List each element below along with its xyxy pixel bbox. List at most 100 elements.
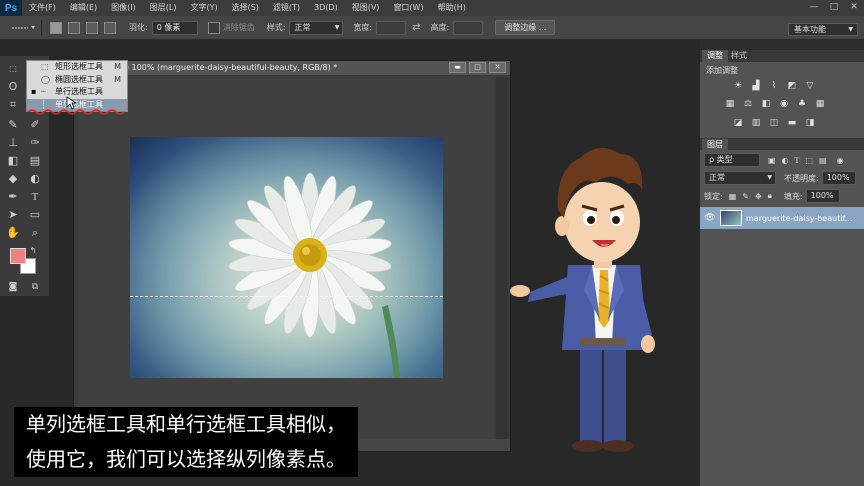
- menu-3d[interactable]: 3D(D): [307, 0, 345, 16]
- hand-tool-icon[interactable]: ✋: [3, 224, 23, 242]
- refine-edge-button[interactable]: 调整边缘 ...: [495, 20, 556, 35]
- exposure-icon[interactable]: ◩: [786, 81, 798, 91]
- lock-all-icon[interactable]: 🔒︎: [768, 191, 772, 201]
- filter-shape-icon[interactable]: ⬚: [805, 156, 813, 165]
- menu-view[interactable]: 视图(V): [345, 0, 387, 16]
- document-title-bar[interactable]: @ 100% (marguerite-daisy-beautiful-beaut…: [74, 61, 510, 75]
- daisy-photo[interactable]: [130, 137, 443, 378]
- brightness-icon[interactable]: ☀: [732, 81, 744, 91]
- pen-tool-icon[interactable]: ✒: [3, 188, 23, 206]
- tab-styles[interactable]: 样式: [726, 50, 752, 62]
- antialias-checkbox[interactable]: [207, 21, 220, 34]
- gradient-map-icon[interactable]: ▬: [786, 118, 798, 128]
- lock-pixels-icon[interactable]: ✎: [742, 192, 749, 201]
- menu-edit[interactable]: 编辑(E): [63, 0, 104, 16]
- color-balance-icon[interactable]: ⚖: [742, 99, 754, 109]
- invert-icon[interactable]: ◪: [732, 118, 744, 128]
- filter-smart-icon[interactable]: ▤: [819, 156, 827, 165]
- foreground-color-swatch[interactable]: [10, 248, 26, 264]
- feather-label: 羽化:: [129, 23, 148, 32]
- panel-dock-header: [700, 40, 864, 50]
- tab-adjustments[interactable]: 调整: [702, 50, 728, 62]
- gradient-tool-icon[interactable]: ▤: [25, 152, 45, 170]
- doc-minimize-button[interactable]: ▬: [449, 62, 466, 73]
- filter-pixel-icon[interactable]: ▣: [768, 156, 776, 165]
- dodge-tool-icon[interactable]: ◐: [25, 170, 45, 188]
- layers-panel: ρ 类型 ▣ ◐ T ⬚ ▤ ◉ 正常 ▼ 不透明度: 100% 锁定: ▦ ✎…: [700, 150, 864, 486]
- marquee-preset-icon: [11, 25, 35, 29]
- type-tool-icon[interactable]: T: [25, 188, 45, 206]
- crop-tool-icon[interactable]: ⌗: [3, 96, 23, 114]
- doc-close-button[interactable]: ✕: [489, 62, 506, 73]
- new-selection-icon[interactable]: [50, 21, 62, 34]
- lock-position-icon[interactable]: ✥: [755, 192, 762, 201]
- healing-tool-icon[interactable]: ✐: [25, 116, 45, 134]
- maximize-button[interactable]: □: [824, 0, 844, 16]
- close-button[interactable]: ✕: [844, 0, 864, 16]
- add-selection-icon[interactable]: [68, 21, 80, 34]
- menu-bar: Ps 文件(F) 编辑(E) 图像(I) 图层(L) 文字(Y) 选择(S) 滤…: [0, 0, 864, 16]
- quick-mask-icon[interactable]: ◙: [3, 278, 23, 296]
- photo-filter-icon[interactable]: ◉: [778, 99, 790, 109]
- document-title: @ 100% (marguerite-daisy-beautiful-beaut…: [121, 63, 338, 72]
- layer-row[interactable]: 👁︎ marguerite-daisy-beautif...: [700, 207, 864, 229]
- clone-stamp-icon[interactable]: ⊥: [3, 134, 23, 152]
- add-adjustment-label: 添加调整: [706, 66, 738, 75]
- subtract-selection-icon[interactable]: [86, 21, 98, 34]
- menu-type[interactable]: 文字(Y): [183, 0, 224, 16]
- intersect-selection-icon[interactable]: [104, 21, 116, 34]
- channel-mixer-icon[interactable]: ♣: [796, 99, 808, 109]
- blend-mode-select[interactable]: 正常 ▼: [704, 171, 776, 185]
- zoom-tool-icon[interactable]: ⌕: [25, 224, 45, 242]
- black-white-icon[interactable]: ◧: [760, 99, 772, 109]
- vibrance-icon[interactable]: ▽: [804, 81, 816, 91]
- blur-tool-icon[interactable]: ◆: [3, 170, 23, 188]
- filter-type-icon[interactable]: T: [795, 156, 800, 165]
- flyout-item-shortcut: M: [114, 62, 121, 71]
- doc-maximize-button[interactable]: □: [469, 62, 486, 73]
- menu-image[interactable]: 图像(I): [104, 0, 143, 16]
- path-select-icon[interactable]: ➤: [3, 206, 23, 224]
- filter-toggle-icon[interactable]: ◉: [837, 156, 844, 165]
- feather-input[interactable]: 0 像素: [151, 20, 198, 35]
- swap-icon[interactable]: ⇄: [412, 22, 420, 33]
- workspace-value: 基本功能: [794, 25, 826, 34]
- lasso-tool-icon[interactable]: ʘ: [3, 78, 23, 96]
- eye-icon[interactable]: 👁︎: [700, 213, 720, 223]
- style-select[interactable]: 正常 ▼: [289, 20, 344, 35]
- tool-preset-picker[interactable]: [4, 19, 42, 36]
- width-input[interactable]: [376, 20, 407, 35]
- hue-sat-icon[interactable]: ▦: [724, 99, 736, 109]
- opacity-input[interactable]: 100%: [821, 171, 856, 185]
- eraser-tool-icon[interactable]: ◧: [3, 152, 23, 170]
- threshold-icon[interactable]: ◫: [768, 118, 780, 128]
- posterize-icon[interactable]: ▥: [750, 118, 762, 128]
- shape-tool-icon[interactable]: ▭: [25, 206, 45, 224]
- screen-mode-icon[interactable]: ⧉: [25, 278, 45, 296]
- antialias-label: 消除锯齿: [222, 23, 255, 32]
- height-input[interactable]: [453, 20, 484, 35]
- color-lookup-icon[interactable]: ▦: [814, 99, 826, 109]
- menu-layer[interactable]: 图层(L): [143, 0, 184, 16]
- levels-icon[interactable]: ▟: [750, 81, 762, 91]
- workspace-select[interactable]: 基本功能 ▼: [788, 23, 858, 36]
- flyout-item-rect[interactable]: ⬚ 矩形选框工具 M: [27, 61, 127, 74]
- marquee-tool-icon[interactable]: ⬚: [3, 60, 23, 78]
- swap-colors-icon[interactable]: ↰: [28, 242, 38, 260]
- menu-select[interactable]: 选择(S): [225, 0, 266, 16]
- minimize-button[interactable]: —: [804, 0, 824, 16]
- brush-tool-icon[interactable]: ✎: [3, 116, 23, 134]
- layer-kind-filter[interactable]: ρ 类型: [704, 153, 760, 167]
- menu-window[interactable]: 窗口(W): [386, 0, 430, 16]
- fill-label: 填充:: [783, 191, 803, 201]
- history-brush-icon[interactable]: ✑: [25, 134, 45, 152]
- menu-filter[interactable]: 滤镜(T): [266, 0, 307, 16]
- flyout-item-ellipse[interactable]: ◯ 椭圆选框工具 M: [27, 74, 127, 87]
- menu-help[interactable]: 帮助(H): [431, 0, 473, 16]
- curves-icon[interactable]: ⌇: [768, 81, 780, 91]
- filter-adjust-icon[interactable]: ◐: [782, 156, 789, 165]
- fill-input[interactable]: 100%: [805, 189, 840, 203]
- lock-transparency-icon[interactable]: ▦: [729, 192, 737, 201]
- menu-file[interactable]: 文件(F): [22, 0, 63, 16]
- selective-color-icon[interactable]: ◨: [804, 118, 816, 128]
